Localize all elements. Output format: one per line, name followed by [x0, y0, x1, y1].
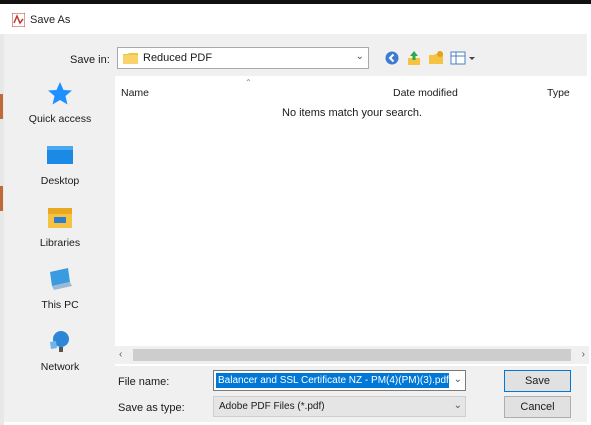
file-name-value: Balancer and SSL Certificate NZ - PM(4)(… [216, 373, 449, 388]
back-icon[interactable] [384, 50, 400, 66]
save-button[interactable]: Save [504, 370, 571, 392]
save-in-value: Reduced PDF [143, 52, 213, 64]
place-label: Libraries [39, 237, 81, 249]
save-as-type-dropdown[interactable]: Adobe PDF Files (*.pdf) ⌄ [213, 396, 466, 417]
save-in-label: Save in: [70, 54, 110, 66]
desktop-icon [47, 146, 73, 164]
place-label: Quick access [28, 113, 92, 125]
libraries-icon [48, 208, 72, 228]
column-header-name[interactable]: Name [121, 87, 149, 99]
cancel-button[interactable]: Cancel [504, 396, 571, 418]
save-in-dropdown[interactable]: Reduced PDF ⌄ [117, 47, 369, 69]
file-name-input[interactable]: Balancer and SSL Certificate NZ - PM(4)(… [213, 370, 466, 391]
place-label: This PC [41, 299, 79, 311]
place-label: Desktop [40, 175, 80, 187]
chevron-down-icon: ⌄ [453, 400, 462, 411]
column-header-date-modified[interactable]: Date modified [393, 87, 458, 99]
scroll-left-icon[interactable]: ‹ [119, 349, 122, 360]
view-menu-icon[interactable] [450, 50, 476, 66]
place-label: Network [40, 361, 80, 373]
new-folder-icon[interactable] [428, 50, 444, 66]
places-bar: Quick access Desktop Libraries This PC N… [20, 80, 100, 380]
file-name-label: File name: [118, 376, 170, 388]
save-as-type-label: Save as type: [118, 402, 185, 414]
window-title: Save As [30, 14, 71, 26]
sort-caret-icon: ⌃ [245, 78, 252, 87]
chevron-down-icon[interactable]: ⌄ [454, 374, 462, 385]
network-icon [50, 331, 69, 352]
computer-icon [50, 268, 72, 290]
scrollbar-thumb[interactable] [133, 349, 571, 361]
horizontal-scrollbar[interactable]: ‹ › [115, 346, 589, 364]
column-header-type[interactable]: Type [547, 87, 570, 99]
pdf-app-icon [12, 13, 25, 27]
scroll-right-icon[interactable]: › [582, 349, 585, 360]
save-as-type-value: Adobe PDF Files (*.pdf) [219, 401, 325, 412]
chevron-down-icon: ⌄ [355, 51, 364, 62]
up-folder-icon[interactable] [406, 50, 422, 66]
title-bar[interactable]: Save As [0, 4, 591, 34]
file-list[interactable]: Name ⌃ Date modified Type No items match… [115, 76, 589, 366]
folder-icon [123, 53, 138, 64]
toolbar [378, 48, 488, 70]
star-icon [48, 82, 72, 105]
empty-message: No items match your search. [282, 107, 422, 119]
